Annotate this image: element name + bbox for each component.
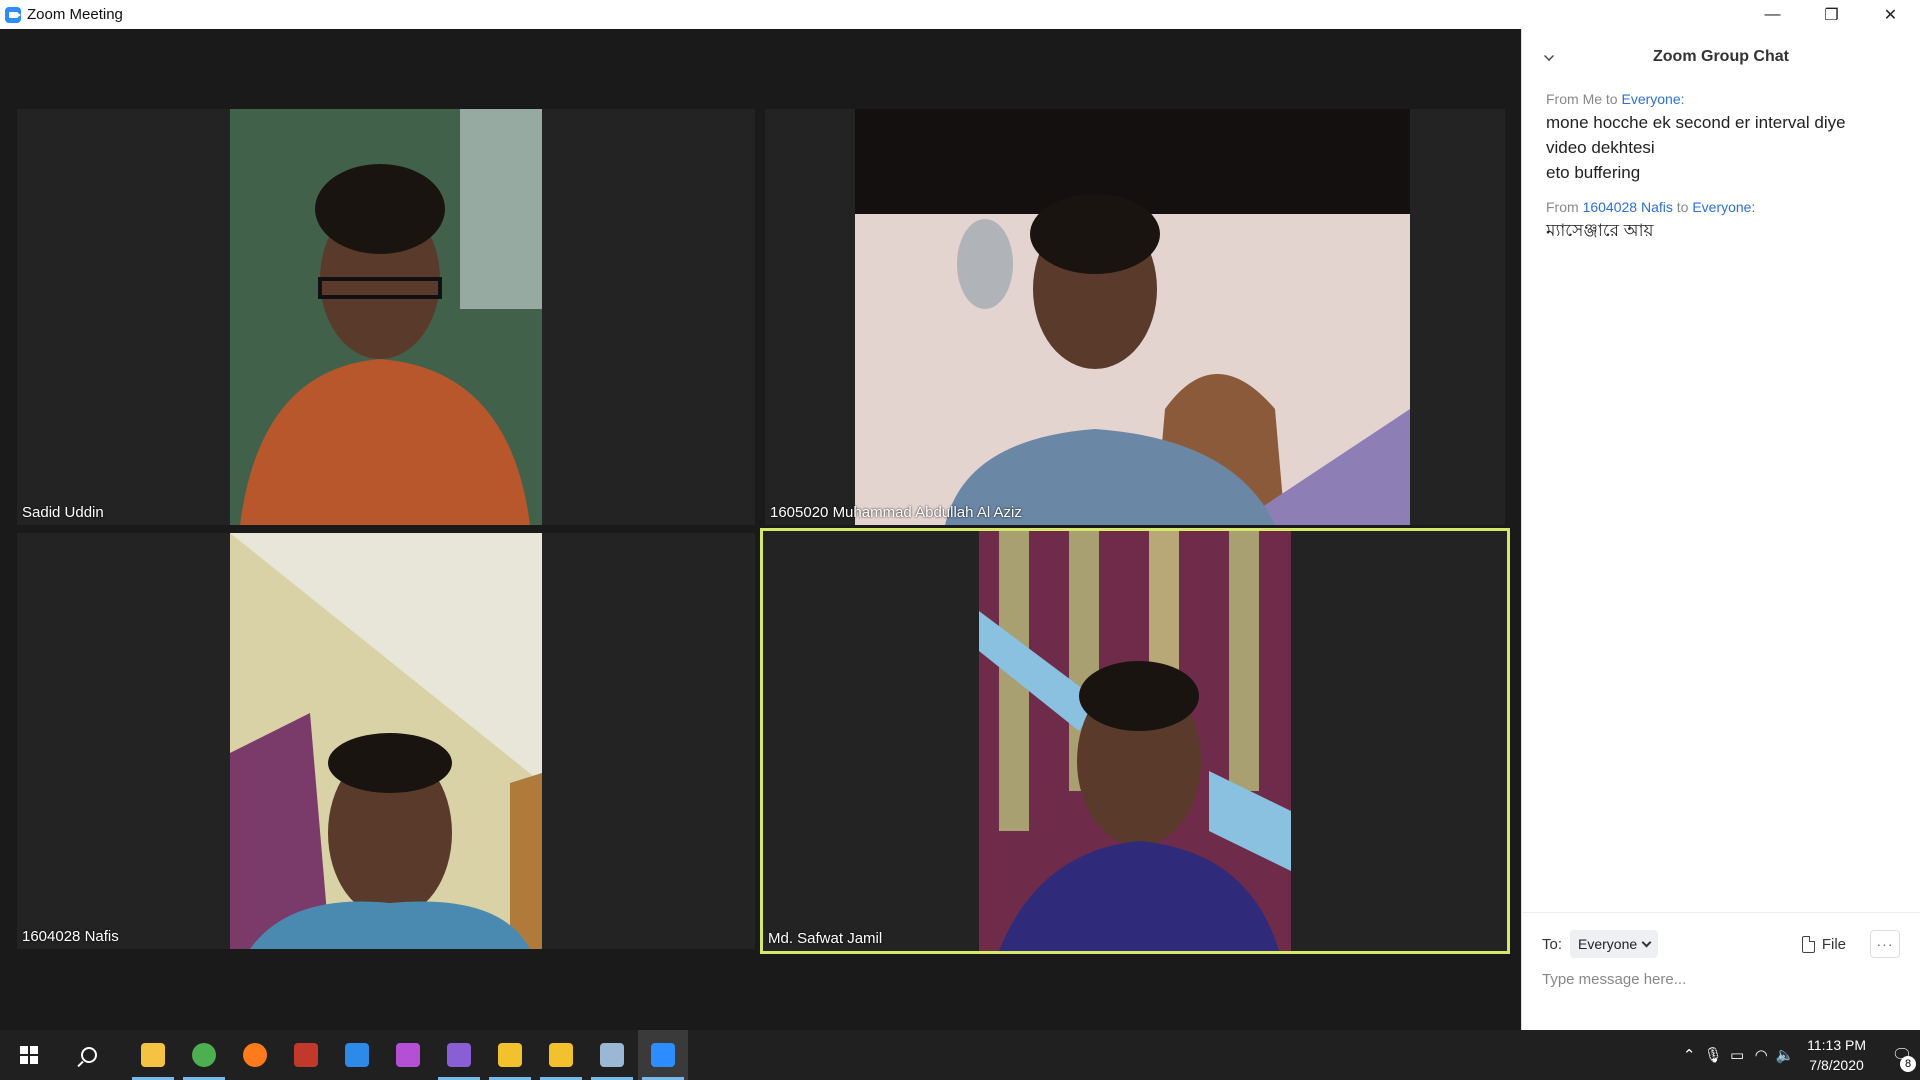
video-gallery: Sadid Uddin 1605020 Muhammad Abdullah Al… (0, 29, 1520, 1030)
taskbar-paint-button[interactable] (587, 1030, 637, 1080)
participant-name: 1605020 Muhammad Abdullah Al Aziz (770, 504, 1022, 521)
cyberduck-2-icon (549, 1043, 573, 1067)
participant-name: 1604028 Nafis (22, 928, 119, 945)
participant-video (855, 109, 1410, 525)
file-button[interactable]: File (1801, 935, 1846, 953)
taskbar: ⌃ 🎙 ▭ ◠ 🔈 11:13 PM 7/8/2020 🗨 8 (0, 1030, 1920, 1080)
taskbar-phpstorm-button[interactable] (383, 1030, 433, 1080)
video-feed (979, 531, 1291, 951)
chevron-up-icon[interactable]: ⌃ (1677, 1030, 1701, 1080)
chat-panel: Zoom Group Chat From Me to Everyone: mon… (1521, 29, 1920, 1030)
system-tray: ⌃ 🎙 ▭ ◠ 🔈 11:13 PM 7/8/2020 🗨 8 (1677, 1030, 1920, 1080)
zoom-icon (651, 1043, 675, 1067)
recipient-link[interactable]: Everyone: (1692, 199, 1755, 215)
chrome-icon (192, 1043, 216, 1067)
taskbar-firefox-button[interactable] (230, 1030, 280, 1080)
notification-badge: 8 (1900, 1056, 1916, 1072)
from-label: From (1546, 199, 1579, 215)
more-options-button[interactable]: ··· (1870, 930, 1900, 958)
clock-date: 7/8/2020 (1809, 1057, 1864, 1073)
participant-name: Md. Safwat Jamil (768, 930, 883, 947)
file-icon (1801, 935, 1815, 953)
video-tile[interactable]: 1604028 Nafis (17, 533, 755, 949)
video-feed (230, 109, 542, 525)
windows-icon (20, 1046, 38, 1064)
participant-video (979, 531, 1291, 951)
to-label: To: (1542, 935, 1563, 953)
chat-message: From 1604028 Nafis to Everyone: ম্যাসেঞ্… (1546, 199, 1896, 243)
video-tile[interactable]: 1605020 Muhammad Abdullah Al Aziz (765, 109, 1505, 525)
close-button[interactable]: ✕ (1861, 0, 1920, 29)
volume-icon[interactable]: 🔈 (1773, 1030, 1797, 1080)
message-input[interactable] (1542, 971, 1892, 988)
phpstorm-icon (396, 1043, 420, 1067)
winrar-icon (294, 1043, 318, 1067)
message-line: ম্যাসেঞ্জারে আয় (1546, 221, 1654, 240)
from-label: From (1546, 91, 1579, 107)
sender-name: Me (1582, 91, 1603, 107)
search-button[interactable] (64, 1030, 114, 1080)
restore-button[interactable]: ❐ (1802, 0, 1861, 29)
file-label: File (1821, 935, 1846, 953)
message-meta: From 1604028 Nafis to Everyone: (1546, 199, 1896, 215)
zoom-app-icon (5, 6, 21, 23)
title-bar: Zoom Meeting — ❐ ✕ (0, 0, 1920, 29)
chevron-down-icon (1641, 937, 1652, 947)
recipient-row: To: Everyone File ··· (1542, 929, 1900, 959)
sender-link[interactable]: 1604028 Nafis (1583, 199, 1673, 215)
taskbar-visual-studio-button[interactable] (434, 1030, 484, 1080)
to-word: to (1605, 91, 1618, 107)
message-line: mone hocche ek second er interval diye (1546, 113, 1846, 132)
message-line: eto buffering (1546, 163, 1641, 182)
taskbar-winrar-button[interactable] (281, 1030, 331, 1080)
minimize-button[interactable]: — (1743, 0, 1802, 29)
vscode-icon (345, 1043, 369, 1067)
start-button[interactable] (4, 1030, 54, 1080)
taskbar-zoom-button[interactable] (638, 1030, 688, 1080)
to-word: to (1676, 199, 1689, 215)
chat-header: Zoom Group Chat (1522, 29, 1920, 85)
chat-composer: To: Everyone File ··· (1522, 912, 1920, 1030)
taskbar-cyberduck-2-button[interactable] (536, 1030, 586, 1080)
recipient-dropdown[interactable]: Everyone (1570, 930, 1659, 958)
taskbar-file-explorer-button[interactable] (128, 1030, 178, 1080)
participant-video (230, 109, 542, 525)
chat-message: From Me to Everyone: mone hocche ek seco… (1546, 91, 1896, 185)
taskbar-cyberduck-1-button[interactable] (485, 1030, 535, 1080)
battery-icon[interactable]: ▭ (1725, 1030, 1749, 1080)
window-title: Zoom Meeting (27, 6, 123, 23)
window-controls: — ❐ ✕ (1743, 0, 1920, 29)
clock[interactable]: 11:13 PM 7/8/2020 (1807, 1035, 1866, 1075)
message-meta: From Me to Everyone: (1546, 91, 1896, 107)
taskbar-chrome-button[interactable] (179, 1030, 229, 1080)
participant-video (230, 533, 542, 949)
chevron-down-icon[interactable] (1544, 51, 1554, 61)
message-line: video dekhtesi (1546, 138, 1655, 157)
microphone-icon[interactable]: 🎙 (1701, 1030, 1725, 1080)
video-feed (855, 109, 1410, 525)
recipient-link[interactable]: Everyone: (1621, 91, 1684, 107)
chat-title: Zoom Group Chat (1653, 48, 1789, 65)
visual-studio-icon (447, 1043, 471, 1067)
video-feed (230, 533, 542, 949)
notification-center-button[interactable]: 🗨 8 (1884, 1030, 1920, 1080)
file-explorer-icon (141, 1043, 165, 1067)
clock-time: 11:13 PM (1807, 1037, 1866, 1053)
paint-icon (600, 1043, 624, 1067)
cyberduck-1-icon (498, 1043, 522, 1067)
video-tile[interactable]: Sadid Uddin (17, 109, 755, 525)
search-icon (81, 1047, 97, 1063)
firefox-icon (243, 1043, 267, 1067)
video-tile-active-speaker[interactable]: Md. Safwat Jamil (760, 528, 1510, 954)
taskbar-vscode-button[interactable] (332, 1030, 382, 1080)
chat-messages: From Me to Everyone: mone hocche ek seco… (1522, 85, 1920, 263)
wifi-icon[interactable]: ◠ (1749, 1030, 1773, 1080)
participant-name: Sadid Uddin (22, 504, 104, 521)
recipient-value: Everyone (1578, 936, 1638, 952)
